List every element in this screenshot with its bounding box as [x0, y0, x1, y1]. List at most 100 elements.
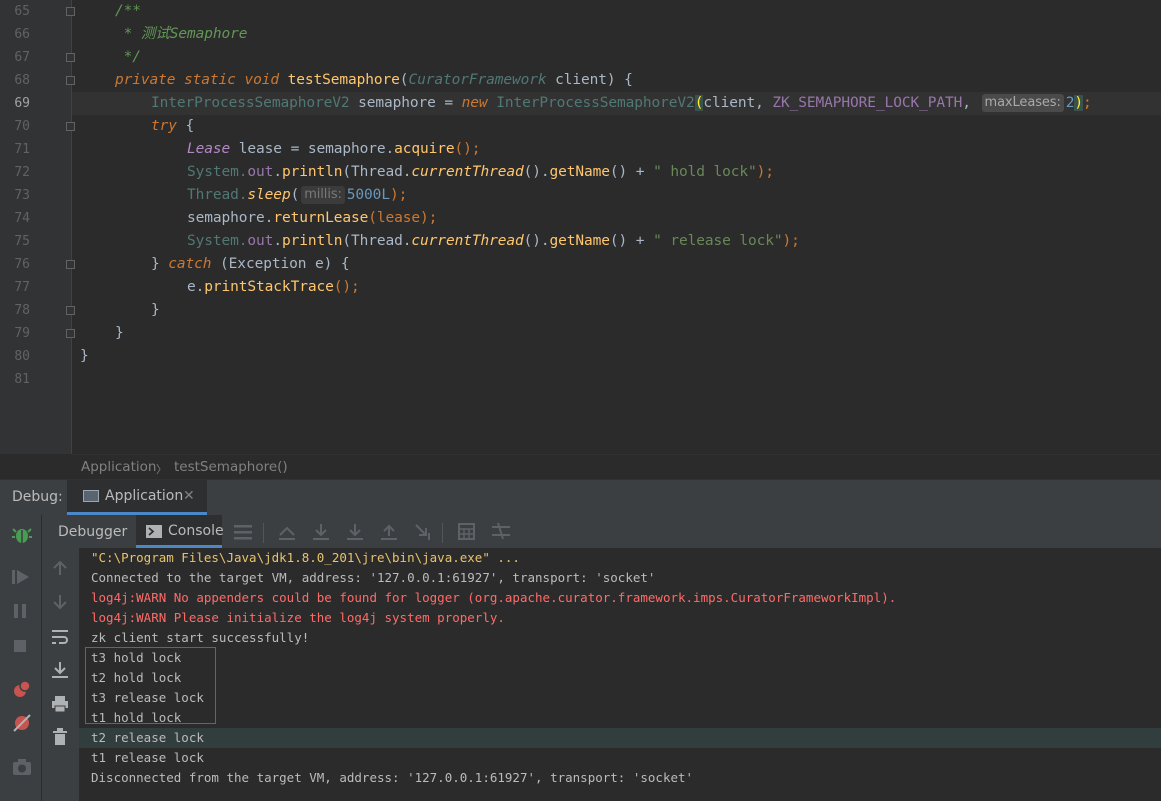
soft-wrap-icon[interactable] [51, 628, 69, 646]
line-number-gutter: 65 66 67 68 69 70 71 72 73 74 75 76 77 7… [0, 0, 72, 454]
fold-marker-icon[interactable] [66, 76, 75, 85]
code-token: (); [333, 279, 360, 295]
code-token: ); [782, 233, 800, 249]
resume-icon[interactable] [12, 569, 30, 585]
code-token: (Thread. [342, 233, 412, 249]
code-token: , [962, 95, 980, 111]
camera-icon[interactable] [12, 758, 32, 776]
code-line-78[interactable]: } [151, 299, 160, 322]
doc-comment: */ [115, 49, 141, 65]
menu-icon[interactable] [234, 524, 252, 540]
debug-side-toolbar [0, 515, 42, 801]
code-line-76[interactable]: } catch (Exception e) { [151, 253, 350, 276]
scroll-to-end-icon[interactable] [51, 661, 69, 679]
type-name: Lease [187, 141, 231, 157]
code-line-68[interactable]: private static void testSemaphore(Curato… [115, 69, 633, 92]
console-output[interactable]: "C:\Program Files\Java\jdk1.8.0_201\jre\… [79, 548, 1161, 801]
code-line-70[interactable]: try { [151, 115, 194, 138]
step-out-icon[interactable] [380, 523, 398, 541]
toolbar-separator [442, 523, 443, 543]
code-line-66[interactable]: * 测试Semaphore [115, 23, 248, 46]
tab-console[interactable]: Console [136, 515, 224, 548]
print-icon[interactable] [51, 695, 69, 713]
code-token: ( [290, 187, 300, 203]
method-name: testSemaphore [287, 72, 400, 88]
line-number: 77 [14, 280, 30, 295]
arrow-up-icon[interactable] [52, 560, 68, 576]
method-call: printStackTrace [204, 279, 334, 295]
keyword: private static void [115, 72, 288, 88]
keyword: new [461, 95, 497, 111]
line-number: 70 [14, 119, 30, 134]
keyword: try [151, 118, 177, 134]
parameter-hint: millis: [301, 186, 345, 204]
fold-marker-icon[interactable] [66, 329, 75, 338]
arrow-down-icon[interactable] [52, 594, 68, 610]
code-token: ; [1083, 95, 1092, 111]
console-line: Connected to the target VM, address: '12… [91, 570, 656, 585]
code-token: client, [703, 95, 773, 111]
method-call: println [281, 164, 343, 180]
trash-icon[interactable] [52, 728, 68, 746]
code-line-72[interactable]: System.out.println(Thread.currentThread(… [187, 161, 774, 184]
doc-comment: * [115, 26, 141, 42]
code-line-71[interactable]: Lease lease = semaphore.acquire(); [187, 138, 481, 161]
code-line-67[interactable]: */ [115, 46, 141, 69]
type-name: System. [187, 233, 248, 249]
line-number: 66 [14, 27, 30, 42]
step-into-icon[interactable] [346, 523, 364, 541]
view-breakpoints-icon[interactable] [12, 679, 32, 699]
line-number: 75 [14, 234, 30, 249]
step-over-icon[interactable] [312, 523, 330, 541]
type-name: System. [187, 164, 248, 180]
console-line: "C:\Program Files\Java\jdk1.8.0_201\jre\… [91, 550, 520, 565]
line-number: 68 [14, 73, 30, 88]
breadcrumb-method[interactable]: testSemaphore() [174, 459, 288, 475]
code-line-65[interactable]: /** [115, 0, 141, 23]
code-editor[interactable]: 65 66 67 68 69 70 71 72 73 74 75 76 77 7… [0, 0, 1161, 454]
fold-marker-icon[interactable] [66, 53, 75, 62]
code-token: semaphore. [187, 210, 274, 226]
constant: ZK_SEMAPHORE_LOCK_PATH [772, 95, 963, 111]
close-icon[interactable]: ✕ [183, 488, 195, 504]
mute-breakpoints-icon[interactable] [12, 713, 32, 733]
code-line-73[interactable]: Thread.sleep(millis: 5000L); [187, 184, 407, 207]
fold-marker-icon[interactable] [66, 7, 75, 16]
code-line-77[interactable]: e.printStackTrace(); [187, 276, 360, 299]
code-token: . [273, 233, 282, 249]
stop-icon[interactable] [12, 638, 28, 654]
highlight-annotation-box [85, 647, 216, 724]
static-method-call: currentThread [411, 164, 524, 180]
run-to-cursor-icon[interactable] [414, 523, 432, 541]
fold-marker-icon[interactable] [66, 122, 75, 131]
debug-session-tab-label: Application [105, 488, 184, 504]
tab-debugger[interactable]: Debugger [58, 524, 127, 540]
code-line-79[interactable]: } [115, 322, 124, 345]
line-number: 79 [14, 326, 30, 341]
code-token: (lease); [368, 210, 438, 226]
debug-session-tab[interactable]: Application ✕ [67, 480, 207, 515]
code-line-75[interactable]: System.out.println(Thread.currentThread(… [187, 230, 800, 253]
tab-console-label: Console [168, 523, 224, 539]
rerun-debug-icon[interactable] [12, 525, 32, 545]
doc-comment-text: 测试Semaphore [140, 26, 248, 42]
breadcrumb-class[interactable]: Application [81, 459, 156, 475]
string-literal: " release lock" [653, 233, 783, 249]
fold-marker-icon[interactable] [66, 260, 75, 269]
line-number: 81 [14, 372, 30, 387]
code-token: (). [523, 164, 550, 180]
show-execution-point-icon[interactable] [278, 523, 296, 541]
code-token: { [176, 118, 195, 134]
code-token: . [273, 164, 282, 180]
trace-current-stream-icon[interactable] [492, 523, 510, 540]
evaluate-expression-icon[interactable] [458, 523, 475, 540]
code-line-69[interactable]: InterProcessSemaphoreV2 semaphore = new … [151, 92, 1092, 115]
code-line-74[interactable]: semaphore.returnLease(lease); [187, 207, 437, 230]
method-call: returnLease [273, 210, 369, 226]
fold-marker-icon[interactable] [66, 306, 75, 315]
type-name: CuratorFramework [408, 72, 547, 88]
doc-comment: /** [115, 3, 141, 19]
line-number: 80 [14, 349, 30, 364]
pause-icon[interactable] [12, 603, 28, 619]
code-line-80[interactable]: } [80, 345, 89, 368]
